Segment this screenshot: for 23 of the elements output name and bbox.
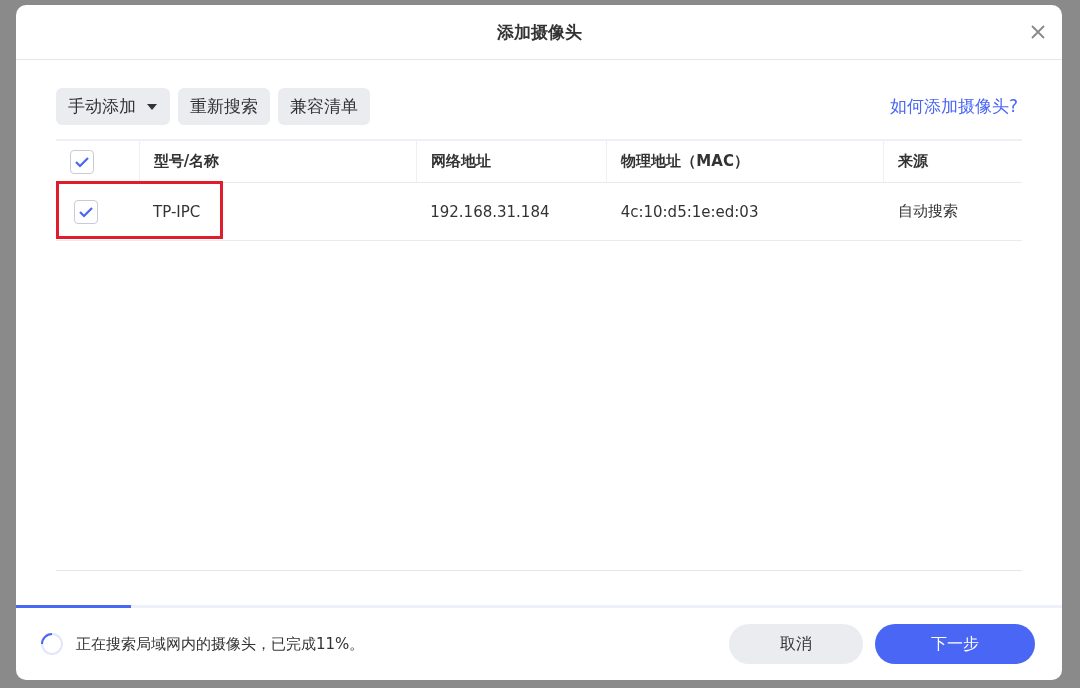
toolbar-button[interactable]: 手动添加: [56, 88, 170, 125]
caret-icon: [146, 102, 158, 111]
column-header: 物理地址（MAC）: [607, 141, 885, 182]
table-cell-text: TP-IPC: [152, 201, 202, 223]
row-checkbox[interactable]: [74, 199, 98, 224]
status-text: 正在搜索局域网内的摄像头，已完成11%。: [76, 634, 366, 654]
check-icon: [74, 155, 90, 168]
column-header: 网络地址: [416, 141, 608, 182]
select-all-checkbox[interactable]: [70, 149, 94, 174]
next-button[interactable]: 下一步: [875, 624, 1035, 664]
column-header: 来源: [897, 151, 930, 172]
toolbar-button[interactable]: 重新搜索: [178, 88, 270, 125]
help-link[interactable]: 如何添加摄像头?: [889, 95, 1018, 118]
table-cell-text: 4c:10:d5:1e:ed:03: [619, 201, 760, 223]
cancel-button[interactable]: 取消: [729, 624, 863, 664]
table-cell-text: 自动搜索: [896, 201, 959, 222]
spinner-icon: [40, 632, 64, 656]
toolbar-button[interactable]: 兼容清单: [278, 88, 370, 125]
check-icon: [78, 205, 94, 218]
close-icon[interactable]: [1030, 24, 1046, 40]
table-cell-text: 192.168.31.184: [429, 201, 551, 223]
dialog-title: 添加摄像头: [496, 20, 582, 44]
column-header: 型号/名称: [139, 141, 417, 182]
